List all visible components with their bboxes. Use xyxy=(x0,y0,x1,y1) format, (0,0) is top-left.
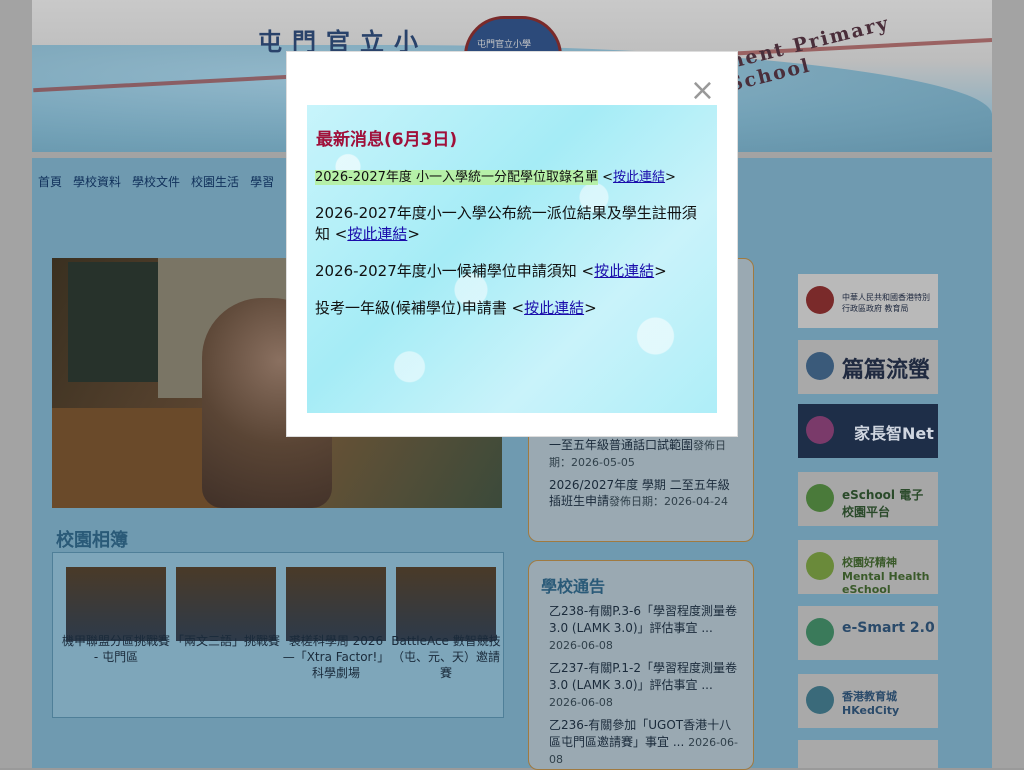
news-line-text: 2026-2027年度 小一入學統一分配學位取錄名單 xyxy=(315,170,598,185)
popup-title: 最新消息(6月3日) xyxy=(316,130,458,150)
news-line-text: 2026-2027年度小一候補學位申請須知 xyxy=(315,262,577,280)
news-popup: × 最新消息(6月3日) 2026-2027年度 小一入學統一分配學位取錄名單 … xyxy=(287,52,737,436)
news-line-text: 投考一年級(候補學位)申請書 xyxy=(315,299,507,317)
popup-news-line: 2026-2027年度小一入學公布統一派位結果及學生註冊須知 <按此連結> xyxy=(315,204,697,243)
modal-overlay[interactable]: × 最新消息(6月3日) 2026-2027年度 小一入學統一分配學位取錄名單 … xyxy=(0,0,1024,768)
popup-content: 最新消息(6月3日) 2026-2027年度 小一入學統一分配學位取錄名單 <按… xyxy=(307,105,717,413)
close-icon[interactable]: × xyxy=(690,76,715,106)
popup-news-line: 投考一年級(候補學位)申請書 <按此連結> xyxy=(315,299,597,317)
news-line-link[interactable]: 按此連結 xyxy=(594,262,654,280)
news-line-link[interactable]: 按此連結 xyxy=(347,225,407,243)
popup-news-line: 2026-2027年度 小一入學統一分配學位取錄名單 <按此連結> xyxy=(315,170,676,185)
news-line-link[interactable]: 按此連結 xyxy=(524,299,584,317)
popup-news-line: 2026-2027年度小一候補學位申請須知 <按此連結> xyxy=(315,262,667,280)
news-line-link[interactable]: 按此連結 xyxy=(613,170,665,185)
